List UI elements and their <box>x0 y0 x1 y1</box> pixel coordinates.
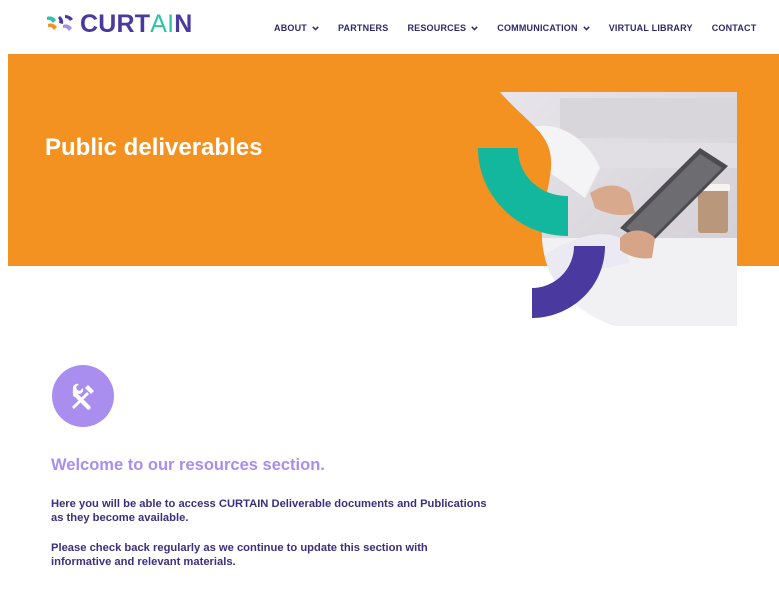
nav-item-communication[interactable]: COMMUNICATION <box>497 21 590 35</box>
nav-item-partners[interactable]: PARTNERS <box>338 21 388 35</box>
nav-label: PARTNERS <box>338 23 389 33</box>
wrench-screwdriver-icon <box>72 383 94 410</box>
logo-mark-icon <box>47 15 73 31</box>
site-header: CURTAIN ABOUT PARTNERS RESOURCES COMMUNI… <box>0 0 779 54</box>
page-title: Public deliverables <box>45 134 263 161</box>
logo-text: CURTAIN <box>80 10 193 38</box>
nav-label: CONTACT <box>711 23 757 33</box>
tools-icon-badge <box>52 365 114 427</box>
nav-label: RESOURCES <box>407 23 467 33</box>
chevron-down-icon <box>582 25 590 31</box>
nav-item-contact[interactable]: CONTACT <box>712 21 757 35</box>
welcome-heading: Welcome to our resources section. <box>51 456 325 474</box>
nav-item-resources[interactable]: RESOURCES <box>407 21 478 35</box>
intro-paragraph: Here you will be able to access CURTAIN … <box>51 498 487 524</box>
main-navigation: ABOUT PARTNERS RESOURCES COMMUNICATION V… <box>274 21 756 35</box>
nav-label: VIRTUAL LIBRARY <box>608 23 693 33</box>
chevron-down-icon <box>471 25 478 31</box>
hero-image <box>478 92 737 326</box>
update-paragraph: Please check back regularly as we contin… <box>51 542 428 568</box>
nav-item-about[interactable]: ABOUT <box>274 21 319 35</box>
nav-label: COMMUNICATION <box>497 23 578 33</box>
curtain-logo[interactable]: CURTAIN <box>46 10 193 38</box>
chevron-down-icon <box>312 25 319 31</box>
nav-item-virtual-library[interactable]: VIRTUAL LIBRARY <box>609 21 693 35</box>
nav-label: ABOUT <box>274 23 307 33</box>
